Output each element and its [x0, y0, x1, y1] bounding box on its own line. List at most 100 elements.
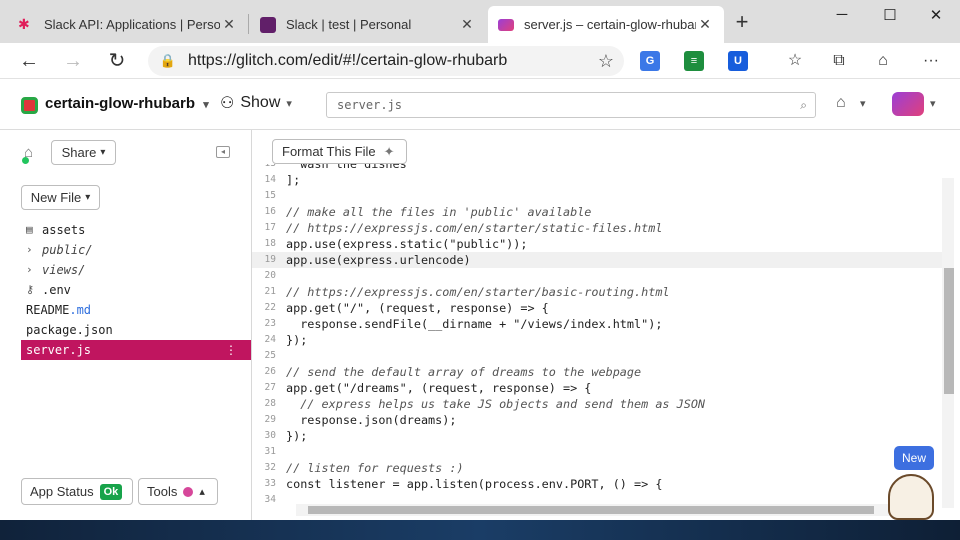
reload-icon[interactable]: ↻: [104, 48, 130, 74]
bitwarden-extension-icon[interactable]: U: [728, 51, 748, 71]
code-line[interactable]: 19 app.use(express.urlencode): [252, 252, 942, 268]
maximize-button[interactable]: ☐: [878, 6, 902, 26]
assets-box-icon: ▤: [26, 223, 33, 236]
chevron-down-icon: ▾: [203, 99, 209, 111]
code-line[interactable]: 17 // https://expressjs.com/en/starter/st…: [252, 220, 942, 236]
sunglasses-icon: ⚇: [220, 95, 235, 112]
code-line[interactable]: 20: [252, 268, 942, 284]
code-line[interactable]: 31: [252, 444, 942, 460]
close-tab-icon[interactable]: ✕: [458, 16, 476, 33]
code-line[interactable]: 14];: [252, 172, 942, 188]
folder-item-views[interactable]: › views/: [21, 260, 251, 280]
vertical-scrollbar[interactable]: [942, 178, 954, 508]
slack-icon: ✱: [18, 16, 30, 32]
project-name-text: certain-glow-rhubarb: [45, 95, 196, 112]
show-button[interactable]: ⚇ Show ▾: [220, 93, 292, 113]
favorites-icon[interactable]: ☆: [782, 48, 808, 74]
chevron-right-icon: ›: [26, 243, 33, 256]
file-item-readme[interactable]: README .md: [21, 300, 251, 320]
favorite-star-icon[interactable]: ☆: [588, 51, 624, 72]
code-line[interactable]: 30});: [252, 428, 942, 444]
code-line[interactable]: 21 // https://expressjs.com/en/starter/ba…: [252, 284, 942, 300]
new-badge[interactable]: New: [894, 446, 934, 470]
format-file-button[interactable]: Format This File ✦: [272, 139, 407, 164]
line-number: 17: [264, 222, 276, 233]
code-line[interactable]: 27 app.get("/dreams", (request, response)…: [252, 380, 942, 396]
code-line[interactable]: 24});: [252, 332, 942, 348]
app-status-label: App Status: [30, 484, 94, 499]
file-name: .env: [42, 283, 71, 297]
scrollbar-thumb[interactable]: [944, 268, 954, 394]
forward-arrow-icon[interactable]: →: [60, 48, 86, 74]
code-line[interactable]: 16 // make all the files in 'public' avai…: [252, 204, 942, 220]
browser-tab-server-js[interactable]: server.js – certain-glow-rhubarb ✕: [488, 6, 724, 43]
new-file-button[interactable]: New File ▾: [21, 185, 100, 210]
app-status-button[interactable]: App Status Ok: [21, 478, 133, 505]
home-extension-icon[interactable]: ⌂: [870, 48, 896, 74]
chevron-right-icon: ›: [26, 263, 33, 276]
code-line[interactable]: 33 const listener = app.listen(process.en…: [252, 476, 942, 492]
translate-extension-icon[interactable]: G: [640, 51, 660, 71]
line-number: 14: [264, 174, 276, 185]
chevron-down-icon[interactable]: ▾: [860, 97, 866, 110]
search-icon: ⌕: [800, 97, 807, 112]
close-tab-icon[interactable]: ✕: [220, 16, 238, 33]
code-text: // express helps us take JS objects and …: [286, 397, 706, 411]
line-number: 15: [264, 190, 276, 201]
more-menu-icon[interactable]: ···: [918, 48, 944, 74]
code-line[interactable]: 18 app.use(express.static("public"));: [252, 236, 942, 252]
line-number: 27: [264, 382, 276, 393]
code-area[interactable]: 13 wash the dishes14]; 15 16// make all th…: [252, 164, 942, 506]
address-bar[interactable]: 🔒 https://glitch.com/edit/#!/certain-glo…: [148, 46, 624, 76]
sheets-extension-icon[interactable]: ≡: [684, 51, 704, 71]
tab-divider: [248, 14, 249, 34]
chevron-down-icon[interactable]: ▾: [930, 97, 936, 110]
code-line[interactable]: 25: [252, 348, 942, 364]
code-text: // listen for requests :): [286, 461, 464, 475]
house-icon[interactable]: ⌂: [836, 94, 846, 112]
file-options-icon[interactable]: ⋮: [225, 340, 237, 360]
minimize-button[interactable]: ─: [830, 6, 854, 26]
code-text: // make all the files in 'public' availa…: [286, 205, 592, 219]
file-item-assets[interactable]: ▤ assets: [21, 220, 251, 240]
line-number: 13: [252, 164, 286, 172]
code-line[interactable]: 32 // listen for requests :): [252, 460, 942, 476]
code-line[interactable]: 15: [252, 188, 942, 204]
file-tree: ▤ assets › public/ › views/ ⚷ .env READM…: [21, 220, 251, 360]
browser-toolbar: ← → ↻ 🔒 https://glitch.com/edit/#!/certa…: [0, 43, 960, 79]
folder-item-public[interactable]: › public/: [21, 240, 251, 260]
line-number: 31: [264, 446, 276, 457]
code-line[interactable]: 26 // send the default array of dreams to…: [252, 364, 942, 380]
code-line[interactable]: 23 response.sendFile(__dirname + "/views…: [252, 316, 942, 332]
close-window-button[interactable]: ✕: [924, 6, 948, 26]
close-tab-icon[interactable]: ✕: [696, 16, 714, 33]
back-arrow-icon[interactable]: ←: [16, 48, 42, 74]
collapse-sidebar-icon[interactable]: ◂: [216, 146, 230, 158]
code-line[interactable]: 22 app.get("/", (request, response) => {: [252, 300, 942, 316]
file-search-input[interactable]: server.js ⌕: [326, 92, 816, 118]
collections-icon[interactable]: ⧉: [826, 48, 852, 74]
dog-mascot-icon[interactable]: [888, 474, 934, 520]
new-tab-button[interactable]: +: [731, 11, 753, 33]
code-text: app.use(express.static("public"));: [286, 237, 528, 251]
code-line[interactable]: 13 wash the dishes: [252, 164, 942, 172]
share-button[interactable]: Share ▾: [51, 140, 116, 165]
file-item-server-js[interactable]: server.js ⋮: [21, 340, 251, 360]
code-text: });: [286, 429, 308, 443]
browser-tab-slack-test[interactable]: Slack | test | Personal ✕: [250, 6, 486, 43]
code-line[interactable]: 28 // express helps us take JS objects a…: [252, 396, 942, 412]
code-line[interactable]: 29 response.json(dreams);: [252, 412, 942, 428]
file-item-env[interactable]: ⚷ .env: [21, 280, 251, 300]
browser-tab-slack-api[interactable]: ✱ Slack API: Applications | Personal ✕: [8, 6, 248, 43]
horizontal-scrollbar[interactable]: [296, 504, 932, 516]
scrollbar-thumb[interactable]: [308, 506, 874, 514]
tools-button[interactable]: Tools ▴: [138, 478, 218, 505]
user-avatar[interactable]: [892, 92, 924, 116]
project-name[interactable]: certain-glow-rhubarb ▾: [45, 95, 209, 112]
folder-name: public/: [42, 243, 93, 257]
file-item-package-json[interactable]: package.json: [21, 320, 251, 340]
url-text[interactable]: https://glitch.com/edit/#!/certain-glow-…: [188, 52, 588, 70]
tab-title: Slack API: Applications | Personal: [44, 17, 220, 32]
tools-label: Tools: [147, 484, 178, 499]
chevron-down-icon: ▾: [85, 192, 91, 203]
